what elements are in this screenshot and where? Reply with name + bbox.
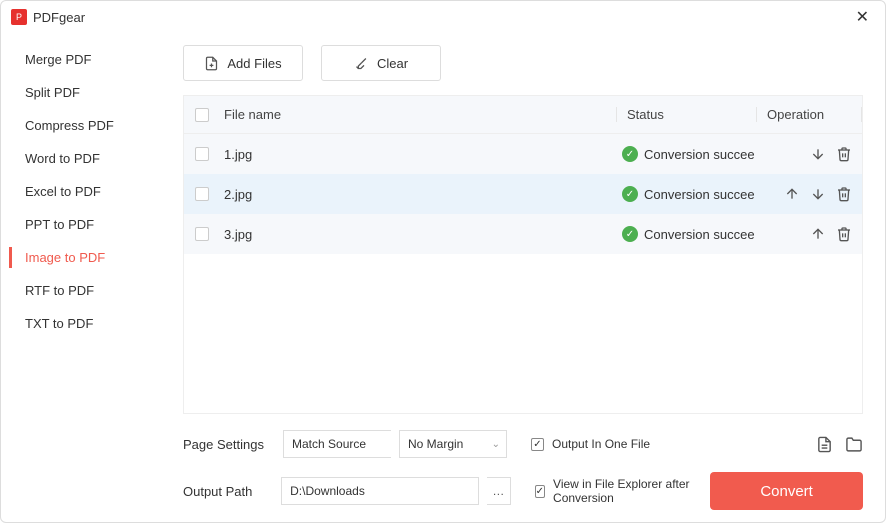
trash-icon[interactable] bbox=[836, 186, 852, 202]
output-one-file-checkbox[interactable]: ✓ bbox=[531, 438, 544, 451]
sidebar-item-merge-pdf[interactable]: Merge PDF bbox=[1, 43, 171, 76]
page-size-select[interactable]: Match Source bbox=[283, 430, 391, 458]
sidebar-item-txt-to-pdf[interactable]: TXT to PDF bbox=[1, 307, 171, 340]
status-text: Conversion succee bbox=[644, 227, 755, 242]
sidebar-item-image-to-pdf[interactable]: Image to PDF bbox=[1, 241, 171, 274]
table-row[interactable]: 1.jpg ✓ Conversion succee bbox=[184, 134, 862, 174]
page-settings-label: Page Settings bbox=[183, 437, 275, 452]
row-checkbox[interactable] bbox=[195, 147, 209, 161]
table-header: File name Status Operation bbox=[184, 96, 862, 134]
row-checkbox[interactable] bbox=[195, 227, 209, 241]
table-row[interactable]: 2.jpg ✓ Conversion succee bbox=[184, 174, 862, 214]
file-name: 1.jpg bbox=[220, 147, 616, 162]
trash-icon[interactable] bbox=[836, 226, 852, 242]
file-name: 3.jpg bbox=[220, 227, 616, 242]
header-filename: File name bbox=[220, 107, 616, 122]
titlebar: P PDFgear ✕ bbox=[1, 1, 885, 33]
document-icon[interactable] bbox=[816, 436, 833, 453]
sidebar-item-excel-to-pdf[interactable]: Excel to PDF bbox=[1, 175, 171, 208]
table-row[interactable]: 3.jpg ✓ Conversion succee bbox=[184, 214, 862, 254]
sidebar: Merge PDFSplit PDFCompress PDFWord to PD… bbox=[1, 33, 171, 522]
sidebar-item-rtf-to-pdf[interactable]: RTF to PDF bbox=[1, 274, 171, 307]
arrow-up-icon[interactable] bbox=[810, 226, 826, 242]
file-name: 2.jpg bbox=[220, 187, 616, 202]
sidebar-item-split-pdf[interactable]: Split PDF bbox=[1, 76, 171, 109]
arrow-up-icon[interactable] bbox=[784, 186, 800, 202]
status-text: Conversion succee bbox=[644, 147, 755, 162]
header-operation: Operation bbox=[756, 107, 862, 122]
arrow-down-icon[interactable] bbox=[810, 186, 826, 202]
select-all-checkbox[interactable] bbox=[195, 108, 209, 122]
row-checkbox[interactable] bbox=[195, 187, 209, 201]
header-status: Status bbox=[616, 107, 756, 122]
sidebar-item-ppt-to-pdf[interactable]: PPT to PDF bbox=[1, 208, 171, 241]
clear-label: Clear bbox=[377, 56, 408, 71]
output-path-value: D:\Downloads bbox=[290, 484, 365, 498]
convert-button[interactable]: Convert bbox=[710, 472, 863, 510]
success-icon: ✓ bbox=[622, 226, 638, 242]
sidebar-item-compress-pdf[interactable]: Compress PDF bbox=[1, 109, 171, 142]
output-one-file-label: Output In One File bbox=[552, 437, 650, 451]
sidebar-item-word-to-pdf[interactable]: Word to PDF bbox=[1, 142, 171, 175]
arrow-down-icon[interactable] bbox=[810, 146, 826, 162]
add-files-label: Add Files bbox=[227, 56, 281, 71]
clear-button[interactable]: Clear bbox=[321, 45, 441, 81]
app-logo: P bbox=[11, 9, 27, 25]
view-explorer-label: View in File Explorer after Conversion bbox=[553, 477, 702, 506]
add-file-icon bbox=[204, 56, 219, 71]
app-title: PDFgear bbox=[33, 10, 85, 25]
success-icon: ✓ bbox=[622, 186, 638, 202]
output-path-label: Output Path bbox=[183, 484, 273, 499]
folder-icon[interactable] bbox=[845, 436, 863, 453]
success-icon: ✓ bbox=[622, 146, 638, 162]
broom-icon bbox=[354, 56, 369, 71]
view-explorer-checkbox[interactable]: ✓ bbox=[535, 485, 545, 498]
status-text: Conversion succee bbox=[644, 187, 755, 202]
output-path-input[interactable]: D:\Downloads bbox=[281, 477, 479, 505]
add-files-button[interactable]: Add Files bbox=[183, 45, 303, 81]
page-size-value: Match Source bbox=[292, 437, 366, 451]
close-icon[interactable]: ✕ bbox=[850, 5, 875, 29]
browse-button[interactable]: … bbox=[487, 477, 511, 505]
file-table: File name Status Operation 1.jpg ✓ Convers… bbox=[183, 95, 863, 414]
trash-icon[interactable] bbox=[836, 146, 852, 162]
chevron-down-icon: ⌄ bbox=[492, 439, 500, 450]
margin-select[interactable]: No Margin ⌄ bbox=[399, 430, 507, 458]
margin-value: No Margin bbox=[408, 437, 463, 451]
